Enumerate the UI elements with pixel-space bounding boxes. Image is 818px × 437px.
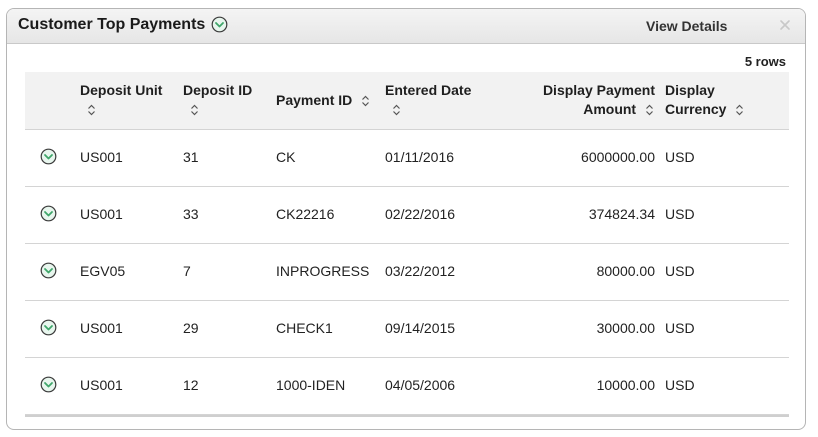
cell-payment-id: CHECK1 [276, 320, 333, 336]
cell-deposit-id: 31 [183, 149, 199, 165]
panel-title: Customer Top Payments [18, 16, 206, 33]
table-row: US001 29 CHECK1 09/14/2015 30000.00 USD [25, 301, 789, 358]
column-header-deposit-id[interactable]: Deposit ID [183, 81, 252, 119]
chevron-down-circle-icon[interactable] [40, 376, 57, 393]
cell-payment-id: CK22216 [276, 206, 335, 222]
cell-amount: 80000.00 [596, 263, 655, 279]
cell-deposit-id: 12 [183, 377, 199, 393]
sort-icon [88, 104, 95, 116]
cell-deposit-unit: US001 [80, 320, 123, 336]
sort-icon [736, 104, 744, 116]
cell-payment-id: INPROGRESS [276, 263, 370, 279]
chevron-down-circle-icon[interactable] [40, 205, 57, 222]
cell-entered-date: 02/22/2016 [385, 206, 456, 222]
customer-top-payments-panel: Customer Top Payments View Details 5 row… [6, 8, 806, 430]
chevron-down-circle-icon[interactable] [40, 262, 57, 279]
cell-currency: USD [665, 263, 695, 279]
cell-deposit-unit: US001 [80, 206, 123, 222]
cell-amount: 10000.00 [596, 377, 655, 393]
cell-currency: USD [665, 377, 695, 393]
column-header-payment-id[interactable]: Payment ID [276, 91, 371, 110]
column-header-label-line2: Amount [583, 101, 637, 117]
grid-header: Deposit Unit Deposit ID Payment ID Enter… [25, 72, 789, 130]
sort-icon [191, 104, 198, 116]
column-header-label: Entered Date [385, 82, 472, 98]
close-icon[interactable] [778, 18, 792, 32]
row-count: 5 rows [744, 54, 786, 69]
sort-icon [393, 104, 400, 116]
cell-deposit-id: 33 [183, 206, 199, 222]
cell-amount: 30000.00 [596, 320, 655, 336]
column-header-label: Display [665, 82, 715, 98]
cell-payment-id: CK [276, 149, 296, 165]
cell-entered-date: 03/22/2012 [385, 263, 456, 279]
cell-deposit-id: 29 [183, 320, 199, 336]
cell-entered-date: 01/11/2016 [385, 149, 455, 165]
payments-grid: Deposit Unit Deposit ID Payment ID Enter… [25, 72, 789, 417]
column-header-label: Deposit ID [183, 82, 253, 98]
column-header-label-line2: Currency [665, 101, 727, 117]
chevron-down-circle-icon[interactable] [40, 319, 57, 336]
column-header-display-currency[interactable]: Display Currency [665, 81, 745, 119]
cell-amount: 6000000.00 [581, 149, 655, 165]
cell-entered-date: 09/14/2015 [385, 320, 456, 336]
cell-currency: USD [665, 149, 695, 165]
table-row: EGV05 7 INPROGRESS 03/22/2012 80000.00 U… [25, 244, 789, 301]
view-details-link[interactable]: View Details [646, 18, 727, 34]
cell-payment-id: 1000-IDEN [276, 377, 346, 393]
cell-amount: 374824.34 [588, 206, 655, 222]
column-header-label: Display Payment [542, 82, 655, 98]
cell-entered-date: 04/05/2006 [385, 377, 456, 393]
cell-deposit-unit: US001 [80, 149, 123, 165]
table-row: US001 31 CK 01/11/2016 6000000.00 USD [25, 130, 789, 187]
column-header-display-payment-amount[interactable]: Display Payment Amount [543, 81, 655, 119]
grid-bottom-border [25, 415, 789, 417]
table-row: US001 33 CK22216 02/22/2016 374824.34 US… [25, 187, 789, 244]
chevron-down-circle-icon[interactable] [40, 148, 57, 165]
table-row: US001 12 1000-IDEN 04/05/2006 10000.00 U… [25, 358, 789, 415]
cell-deposit-id: 7 [183, 263, 191, 279]
cell-currency: USD [665, 206, 695, 222]
column-header-entered-date[interactable]: Entered Date [385, 81, 471, 119]
cell-deposit-unit: US001 [80, 377, 123, 393]
cell-deposit-unit: EGV05 [80, 263, 126, 279]
sort-icon [362, 95, 370, 107]
column-header-label: Deposit Unit [80, 82, 163, 98]
column-header-deposit-unit[interactable]: Deposit Unit [80, 81, 162, 119]
column-header-label: Payment ID [276, 92, 353, 108]
grid-body: US001 31 CK 01/11/2016 6000000.00 USD US… [25, 130, 789, 415]
chevron-down-circle-icon[interactable] [211, 16, 228, 33]
sort-icon [646, 104, 653, 116]
panel-header: Customer Top Payments View Details [7, 9, 805, 44]
cell-currency: USD [665, 320, 695, 336]
